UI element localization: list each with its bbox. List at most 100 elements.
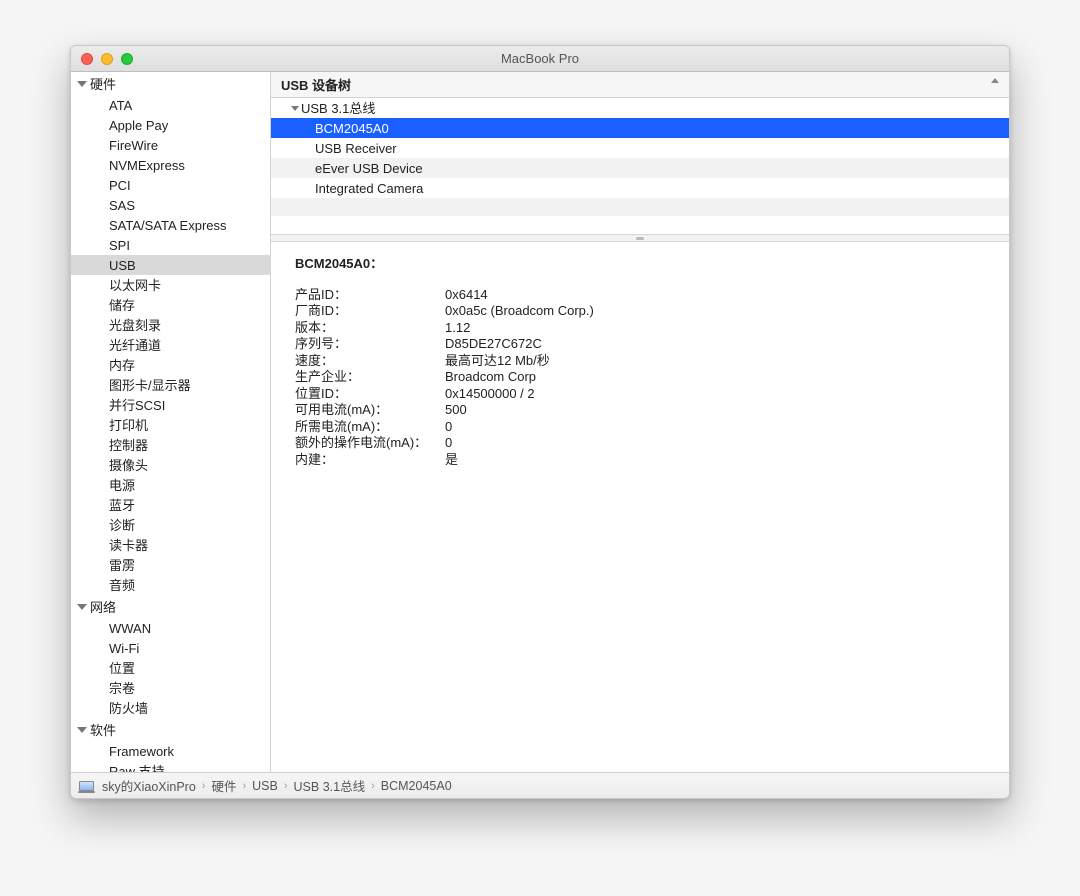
sidebar-item[interactable]: Framework (71, 741, 270, 761)
sidebar-item[interactable]: PCI (71, 175, 270, 195)
detail-row: 序列号：D85DE27C672C (295, 336, 989, 353)
minimize-icon[interactable] (101, 53, 113, 65)
breadcrumb[interactable]: USB 3.1总线 (294, 776, 366, 795)
detail-key: 可用电流(mA)： (295, 402, 445, 419)
detail-value: 0 (445, 419, 989, 436)
sidebar-item[interactable]: 内存 (71, 355, 270, 375)
tree-device-row[interactable]: Integrated Camera (271, 178, 1009, 198)
detail-key: 位置ID： (295, 386, 445, 403)
sort-indicator-icon (991, 78, 999, 83)
tree-header[interactable]: USB 设备树 (271, 72, 1009, 98)
sidebar-item[interactable]: 读卡器 (71, 535, 270, 555)
breadcrumb[interactable]: USB (252, 779, 278, 793)
sidebar-item[interactable]: SAS (71, 195, 270, 215)
detail-value: 0x6414 (445, 287, 989, 304)
sidebar-item[interactable]: 雷雳 (71, 555, 270, 575)
chevron-right-icon: › (371, 780, 375, 792)
detail-row: 可用电流(mA)：500 (295, 402, 989, 419)
sidebar-item[interactable]: 电源 (71, 475, 270, 495)
detail-row: 位置ID：0x14500000 / 2 (295, 386, 989, 403)
detail-value: 是 (445, 452, 989, 469)
sidebar-item[interactable]: 位置 (71, 658, 270, 678)
detail-row: 额外的操作电流(mA)：0 (295, 435, 989, 452)
splitter-handle[interactable] (271, 234, 1009, 242)
sidebar-item[interactable]: 储存 (71, 295, 270, 315)
sidebar-group-label: 硬件 (90, 74, 116, 93)
sidebar-item[interactable]: 防火墙 (71, 698, 270, 718)
grip-icon (636, 237, 644, 240)
sidebar-item[interactable]: 摄像头 (71, 455, 270, 475)
detail-row: 内建：是 (295, 452, 989, 469)
sidebar-group-label: 网络 (90, 597, 116, 616)
detail-value: 0x0a5c (Broadcom Corp.) (445, 303, 989, 320)
tree-device-row[interactable]: BCM2045A0 (271, 118, 1009, 138)
pathbar: sky的XiaoXinPro › 硬件 › USB › USB 3.1总线 › BCM2045A… (71, 772, 1009, 798)
breadcrumb[interactable]: 硬件 (211, 776, 236, 795)
sidebar-item[interactable]: ATA (71, 95, 270, 115)
zoom-icon[interactable] (121, 53, 133, 65)
detail-key: 速度： (295, 353, 445, 370)
detail-row: 产品ID：0x6414 (295, 287, 989, 304)
close-icon[interactable] (81, 53, 93, 65)
sidebar-group-header[interactable]: 网络 (71, 595, 270, 618)
detail-value: D85DE27C672C (445, 336, 989, 353)
detail-key: 产品ID： (295, 287, 445, 304)
detail-row: 速度：最高可达12 Mb/秒 (295, 353, 989, 370)
detail-value: Broadcom Corp (445, 369, 989, 386)
sidebar-item[interactable]: USB (71, 255, 270, 275)
detail-row: 生产企业：Broadcom Corp (295, 369, 989, 386)
sidebar-group-label: 软件 (90, 720, 116, 739)
detail-key: 版本： (295, 320, 445, 337)
detail-key: 生产企业： (295, 369, 445, 386)
detail-row: 所需电流(mA)：0 (295, 419, 989, 436)
tree-empty-row (271, 216, 1009, 234)
detail-row: 厂商ID：0x0a5c (Broadcom Corp.) (295, 303, 989, 320)
disclosure-triangle-icon (291, 106, 299, 111)
chevron-right-icon: › (242, 780, 246, 792)
tree-device-row[interactable]: eEver USB Device (271, 158, 1009, 178)
sidebar-item[interactable]: 宗卷 (71, 678, 270, 698)
sidebar-item[interactable]: 图形卡/显示器 (71, 375, 270, 395)
device-tree[interactable]: USB 3.1总线BCM2045A0USB ReceivereEver USB … (271, 98, 1009, 234)
sidebar-item[interactable]: Raw 支持 (71, 761, 270, 772)
sidebar-item[interactable]: 控制器 (71, 435, 270, 455)
detail-key: 所需电流(mA)： (295, 419, 445, 436)
sidebar-item[interactable]: 并行SCSI (71, 395, 270, 415)
sidebar-item[interactable]: 音频 (71, 575, 270, 595)
sidebar-group-header[interactable]: 软件 (71, 718, 270, 741)
sidebar-group-header[interactable]: 硬件 (71, 72, 270, 95)
sidebar-item[interactable]: FireWire (71, 135, 270, 155)
tree-header-label: USB 设备树 (281, 78, 351, 93)
window-body: 硬件 ATAApple PayFireWireNVMExpressPCISASSA… (71, 72, 1009, 772)
breadcrumb[interactable]: sky的XiaoXinPro (102, 776, 196, 795)
sidebar-item[interactable]: WWAN (71, 618, 270, 638)
computer-icon (79, 781, 94, 791)
sidebar-item[interactable]: 光纤通道 (71, 335, 270, 355)
sidebar-item[interactable]: 以太网卡 (71, 275, 270, 295)
sidebar-item[interactable]: SPI (71, 235, 270, 255)
traffic-lights (71, 53, 133, 65)
sidebar[interactable]: 硬件 ATAApple PayFireWireNVMExpressPCISASSA… (71, 72, 271, 772)
tree-device-row[interactable]: USB Receiver (271, 138, 1009, 158)
detail-row: 版本：1.12 (295, 320, 989, 337)
detail-value: 0x14500000 / 2 (445, 386, 989, 403)
detail-panel: BCM2045A0： 产品ID：0x6414厂商ID：0x0a5c (Broad… (271, 242, 1009, 772)
tree-bus-row[interactable]: USB 3.1总线 (271, 98, 1009, 118)
detail-key: 序列号： (295, 336, 445, 353)
disclosure-triangle-icon (77, 81, 87, 87)
sidebar-item[interactable]: NVMExpress (71, 155, 270, 175)
sidebar-item[interactable]: 诊断 (71, 515, 270, 535)
sidebar-item[interactable]: Apple Pay (71, 115, 270, 135)
breadcrumb[interactable]: BCM2045A0 (381, 779, 452, 793)
detail-value: 500 (445, 402, 989, 419)
sidebar-item[interactable]: 蓝牙 (71, 495, 270, 515)
titlebar: MacBook Pro (71, 46, 1009, 72)
chevron-right-icon: › (202, 780, 206, 792)
chevron-right-icon: › (284, 780, 288, 792)
sidebar-item[interactable]: SATA/SATA Express (71, 215, 270, 235)
main-panel: USB 设备树 USB 3.1总线BCM2045A0USB ReceivereE… (271, 72, 1009, 772)
sidebar-item[interactable]: 打印机 (71, 415, 270, 435)
sidebar-item[interactable]: Wi-Fi (71, 638, 270, 658)
sidebar-item[interactable]: 光盘刻录 (71, 315, 270, 335)
detail-key: 额外的操作电流(mA)： (295, 435, 445, 452)
